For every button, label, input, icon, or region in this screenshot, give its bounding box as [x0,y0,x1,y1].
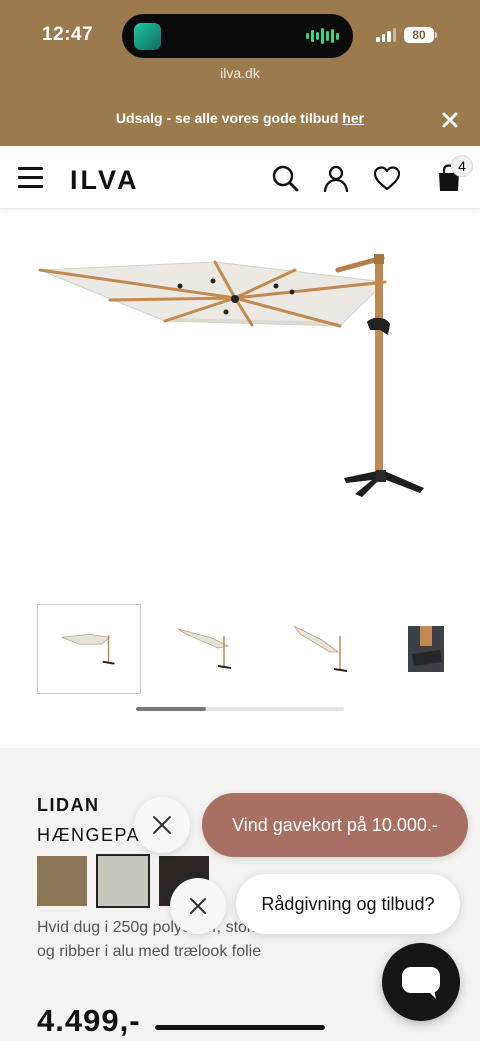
promo-link[interactable]: her [342,110,364,126]
gallery-thumbnail[interactable] [268,604,372,694]
product-title-brand: LIDAN [37,795,100,815]
gallery-thumbnail[interactable] [152,604,256,694]
color-swatch-selected[interactable] [96,854,150,908]
cart-count-badge: 4 [451,155,473,177]
giftcard-cta-button[interactable]: Vind gavekort på 10.000.- [202,793,468,857]
logo[interactable]: ILVA [70,165,140,196]
site-header: ILVA [0,146,480,209]
promo-text: Udsalg - se alle vores gode tilbud [115,110,343,126]
status-time: 12:47 [42,24,94,45]
chat-button[interactable] [382,943,460,1021]
color-swatch[interactable] [37,856,87,906]
battery-tip [435,32,437,38]
product-image[interactable] [0,220,480,590]
chat-icon [402,967,440,999]
close-icon [190,898,206,914]
audio-wave-icon [306,27,339,45]
close-icon [153,816,171,834]
product-price: 4.499,- [37,1003,141,1038]
gallery-scroll-thumb[interactable] [136,707,206,711]
menu-icon[interactable] [18,167,43,189]
heart-icon[interactable] [372,163,402,193]
close-cta-button[interactable] [134,797,190,853]
gallery-thumbnail[interactable] [37,604,141,694]
signal-icon [376,28,396,42]
account-icon[interactable] [321,163,351,193]
close-icon[interactable] [438,108,462,132]
app-icon [134,23,161,50]
close-help-button[interactable] [170,878,226,934]
home-indicator [155,1025,325,1030]
search-icon[interactable] [270,163,300,193]
battery-icon: 80 [404,27,434,43]
url-bar[interactable]: ilva.dk [0,65,480,81]
status-and-banner-area: 12:47 80 ilva.dk Udsalg - se alle vores … [0,0,480,146]
dynamic-island [122,14,353,58]
promo-banner: Udsalg - se alle vores gode tilbud her [0,110,480,126]
help-cta-button[interactable]: Rådgivning og tilbud? [236,874,460,934]
gallery-thumbnail[interactable] [384,604,480,694]
